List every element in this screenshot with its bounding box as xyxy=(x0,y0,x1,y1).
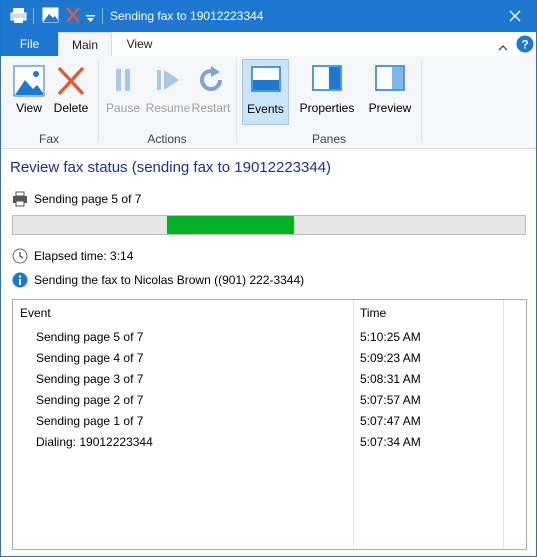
event-cell: Sending page 4 of 7 xyxy=(36,351,144,365)
fax-status-window: Sending fax to 19012223344 File Main Vie… xyxy=(0,0,537,557)
pause-button-label: Pause xyxy=(105,101,141,115)
preview-button-label: Preview xyxy=(368,101,412,115)
event-list[interactable]: Event Time Sending page 5 of 7 5:10:25 A… xyxy=(12,299,527,550)
group-separator xyxy=(236,60,237,142)
group-label-panes: Panes xyxy=(311,132,347,146)
column-divider xyxy=(503,300,504,549)
resume-icon xyxy=(154,65,182,98)
help-icon[interactable]: ? xyxy=(516,35,534,56)
info-icon xyxy=(12,272,28,291)
title-separator xyxy=(102,8,103,24)
quick-view-icon[interactable] xyxy=(42,7,59,26)
time-cell: 5:07:47 AM xyxy=(360,414,421,428)
table-row[interactable]: Dialing: 19012223344 5:07:34 AM xyxy=(13,431,503,452)
event-cell: Sending page 1 of 7 xyxy=(36,414,144,428)
view-button[interactable]: View xyxy=(7,59,51,121)
image-icon xyxy=(13,65,45,100)
event-cell: Sending page 3 of 7 xyxy=(36,372,144,386)
events-button[interactable]: Events xyxy=(242,59,289,125)
properties-button[interactable]: Properties xyxy=(295,59,359,121)
tab-file[interactable]: File xyxy=(1,32,58,56)
elapsed-time-text: Elapsed time: 3:14 xyxy=(34,249,134,263)
restart-button-label: Restart xyxy=(191,101,231,115)
delete-button-label: Delete xyxy=(53,101,89,115)
time-cell: 5:09:23 AM xyxy=(360,351,421,365)
view-button-label: View xyxy=(16,101,42,115)
table-row[interactable]: Sending page 5 of 7 5:10:25 AM xyxy=(13,326,503,347)
group-label-actions: Actions xyxy=(147,132,187,146)
table-row[interactable]: Sending page 2 of 7 5:07:57 AM xyxy=(13,389,503,410)
event-cell: Sending page 5 of 7 xyxy=(36,330,144,344)
group-separator xyxy=(98,60,99,142)
resume-button[interactable]: Resume xyxy=(145,59,191,121)
title-bar: Sending fax to 19012223344 xyxy=(1,1,536,32)
preview-button[interactable]: Preview xyxy=(364,59,416,121)
tab-view[interactable]: View xyxy=(112,32,167,56)
tab-main[interactable]: Main xyxy=(58,32,112,57)
ribbon: View Delete Fax Pause Resume Restart Act… xyxy=(1,56,536,149)
resume-button-label: Resume xyxy=(145,101,191,115)
table-row[interactable]: Sending page 3 of 7 5:08:31 AM xyxy=(13,368,503,389)
delete-button[interactable]: Delete xyxy=(51,59,91,121)
recipient-text: Sending the fax to Nicolas Brown ((901) … xyxy=(34,273,305,287)
event-list-header: Event Time xyxy=(13,300,503,324)
column-header-event[interactable]: Event xyxy=(20,306,51,320)
fax-status-pane: Review fax status (sending fax to 190122… xyxy=(1,149,536,556)
group-label-fax: Fax xyxy=(38,132,59,146)
preview-pane-icon xyxy=(375,65,405,94)
column-header-time[interactable]: Time xyxy=(360,306,386,320)
time-cell: 5:07:34 AM xyxy=(360,435,421,449)
events-button-label: Events xyxy=(247,102,284,116)
properties-button-label: Properties xyxy=(299,101,355,115)
collapse-ribbon-icon[interactable] xyxy=(498,40,508,54)
restart-button[interactable]: Restart xyxy=(191,59,231,121)
quick-delete-icon[interactable] xyxy=(65,6,81,27)
events-pane-icon xyxy=(250,66,281,95)
properties-pane-icon xyxy=(312,65,342,94)
close-button[interactable] xyxy=(500,5,530,27)
fax-printer-icon xyxy=(10,7,27,27)
page-title: Review fax status (sending fax to 190122… xyxy=(10,159,332,176)
restart-icon xyxy=(196,65,226,98)
title-separator xyxy=(33,8,34,24)
window-title: Sending fax to 19012223344 xyxy=(110,9,264,23)
time-cell: 5:10:25 AM xyxy=(360,330,421,344)
customize-qat-icon[interactable] xyxy=(86,12,95,26)
ribbon-tabs: File Main View ? xyxy=(1,32,536,57)
delete-x-icon xyxy=(56,65,86,100)
progress-fill xyxy=(167,216,294,234)
group-separator xyxy=(421,60,422,142)
time-cell: 5:07:57 AM xyxy=(360,393,421,407)
clock-icon xyxy=(12,248,28,267)
page-progress-text: Sending page 5 of 7 xyxy=(34,192,142,206)
time-cell: 5:08:31 AM xyxy=(360,372,421,386)
printer-icon xyxy=(12,191,28,210)
send-progress-bar xyxy=(12,215,526,235)
pause-icon xyxy=(111,65,135,98)
table-row[interactable]: Sending page 1 of 7 5:07:47 AM xyxy=(13,410,503,431)
svg-text:?: ? xyxy=(521,38,528,52)
table-row[interactable]: Sending page 4 of 7 5:09:23 AM xyxy=(13,347,503,368)
pause-button[interactable]: Pause xyxy=(103,59,143,121)
event-cell: Sending page 2 of 7 xyxy=(36,393,144,407)
event-cell: Dialing: 19012223344 xyxy=(36,435,153,449)
